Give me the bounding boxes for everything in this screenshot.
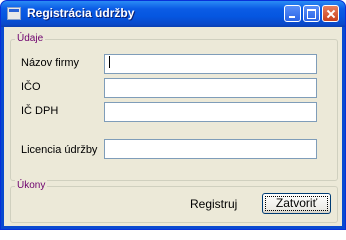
window-title: Registrácia údržby	[27, 6, 135, 20]
ico-input[interactable]	[104, 78, 317, 98]
text-caret	[109, 56, 110, 68]
minimize-icon[interactable]	[284, 5, 301, 22]
app-form-icon	[7, 7, 21, 20]
ic-dph-input[interactable]	[104, 102, 317, 122]
dialog-body: Údaje Názov firmy IČO IČ DPH Licencia úd…	[4, 27, 342, 226]
company-name-input[interactable]	[104, 54, 317, 74]
maximize-icon[interactable]	[303, 5, 320, 22]
register-button[interactable]: Registruj	[190, 197, 237, 211]
close-button[interactable]: Zatvoriť	[262, 193, 331, 214]
company-name-label: Názov firmy	[21, 57, 80, 69]
license-label: Licencia údržby	[21, 144, 98, 156]
group-udaje-legend: Údaje	[15, 33, 46, 44]
ic-dph-label: IČ DPH	[21, 105, 59, 117]
group-ukony-legend: Úkony	[15, 180, 48, 191]
registration-dialog: Registrácia údržby Údaje Názov firmy IČO…	[0, 0, 346, 230]
close-icon[interactable]	[322, 5, 339, 22]
ico-label: IČO	[21, 81, 41, 93]
license-input[interactable]	[104, 139, 317, 159]
title-bar[interactable]: Registrácia údržby	[1, 1, 345, 27]
